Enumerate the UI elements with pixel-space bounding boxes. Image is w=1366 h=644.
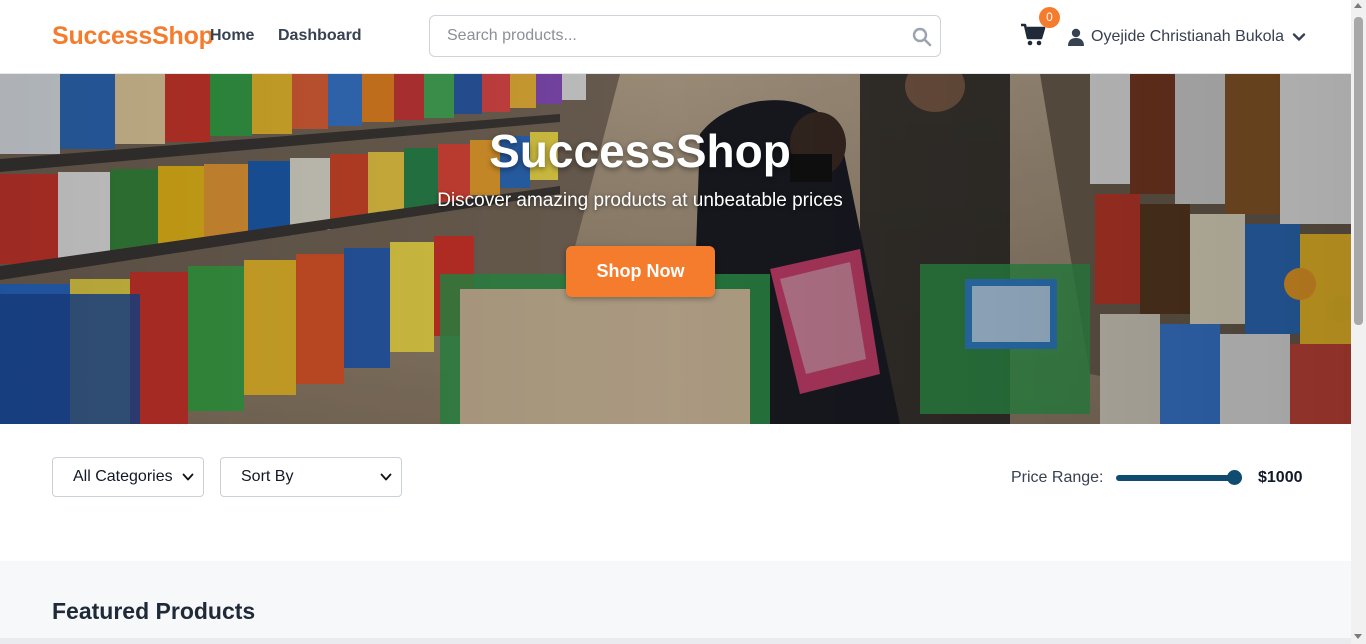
dropdown-arrow-icon <box>182 473 194 481</box>
scrollbar-thumb[interactable] <box>1354 17 1363 325</box>
search-input[interactable] <box>431 17 901 55</box>
featured-products-heading: Featured Products <box>52 598 256 624</box>
featured-products-section: Featured Products <box>0 561 1351 644</box>
hero-banner: SuccessShop Discover amazing products at… <box>0 74 1351 424</box>
search-icon[interactable] <box>912 27 932 47</box>
chevron-down-icon <box>1292 33 1306 41</box>
dropdown-arrow-icon <box>380 473 392 481</box>
nav-home-link[interactable]: Home <box>210 27 254 45</box>
scroll-down-arrow-icon[interactable] <box>1354 634 1362 639</box>
sort-select-value: Sort By <box>241 468 294 485</box>
shop-now-button[interactable]: Shop Now <box>566 246 715 297</box>
hero-subtitle: Discover amazing products at unbeatable … <box>437 190 843 211</box>
shopping-cart-icon[interactable] <box>1020 22 1046 48</box>
user-menu[interactable]: Oyejide Christianah Bukola <box>1068 25 1306 49</box>
price-range-label: Price Range: <box>1011 469 1104 486</box>
price-range-slider-track[interactable] <box>1116 475 1242 481</box>
section-divider <box>0 638 1351 644</box>
sort-select[interactable]: Sort By <box>220 457 402 497</box>
price-range-slider-handle[interactable] <box>1227 470 1242 485</box>
top-navbar: SuccessShop Home Dashboard 0 Oyejide Chr… <box>0 0 1351 74</box>
nav-dashboard-link[interactable]: Dashboard <box>278 27 362 45</box>
user-name: Oyejide Christianah Bukola <box>1091 28 1284 45</box>
category-select[interactable]: All Categories <box>52 457 204 497</box>
hero-title: SuccessShop <box>489 125 791 177</box>
brand-logo[interactable]: SuccessShop <box>52 22 214 51</box>
page: SuccessShop Home Dashboard 0 Oyejide Chr… <box>0 0 1351 644</box>
cart-count-badge: 0 <box>1039 7 1060 28</box>
user-icon <box>1068 28 1084 46</box>
price-range-value: $1000 <box>1258 469 1303 486</box>
scroll-up-arrow-icon[interactable] <box>1354 3 1362 8</box>
filter-bar: All Categories Sort By Price Range: $100… <box>0 424 1351 561</box>
search-box <box>429 15 941 57</box>
category-select-value: All Categories <box>73 468 173 485</box>
